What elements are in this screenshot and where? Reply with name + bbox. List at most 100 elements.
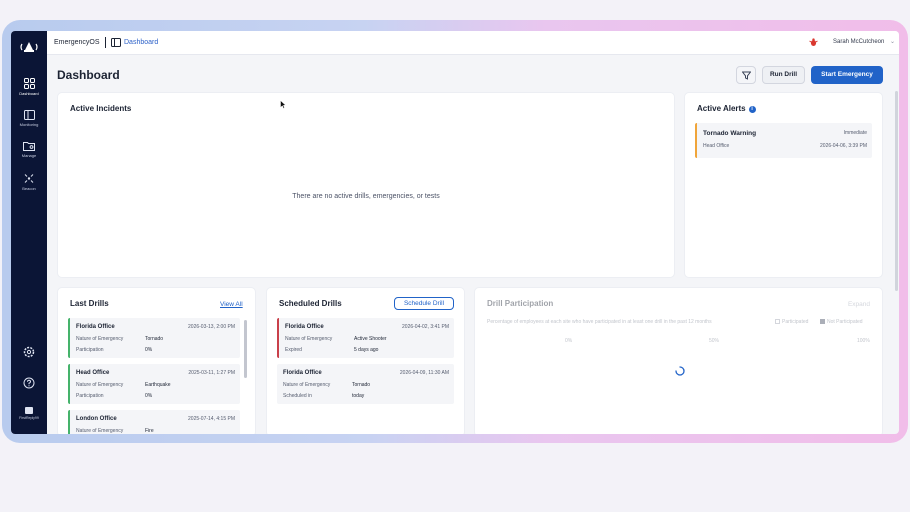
page-title: Dashboard xyxy=(57,68,120,82)
alert-priority: Immediate xyxy=(843,130,867,136)
loading-spinner-icon xyxy=(675,366,685,376)
start-emergency-button[interactable]: Start Emergency xyxy=(811,66,883,84)
field-label: Nature of Emergency xyxy=(76,382,124,388)
drill-nature: Fire xyxy=(145,428,154,434)
legend-not-participated: Not Participated xyxy=(820,319,863,325)
drill-time: 2026-04-09, 11:30 AM xyxy=(399,370,449,376)
legend-label: Participated xyxy=(782,319,809,325)
info-icon[interactable]: i xyxy=(748,106,756,113)
brand-logo: FirstReply99 xyxy=(11,407,47,420)
sidebar-item-label: Beacon xyxy=(22,186,36,191)
drill-participation: 0% xyxy=(145,347,153,353)
field-label: Participation xyxy=(76,347,104,353)
sidebar-item-label: Monitoring xyxy=(19,122,39,127)
card-title: Active Alerts i xyxy=(697,104,756,113)
drill-nature: Tornado xyxy=(145,336,164,342)
sidebar-item-beacon[interactable]: Beacon xyxy=(11,173,47,191)
drill-time: 2026-04-02, 3:41 PM xyxy=(402,324,449,330)
drill-item[interactable]: Head Office 2025-03-11, 1:27 PM Nature o… xyxy=(68,364,240,404)
drill-participation-card: Drill Participation Expand Percentage of… xyxy=(474,287,883,434)
sidebar-item-label: Dashboard xyxy=(19,91,39,96)
empty-state-message: There are no active drills, emergencies,… xyxy=(292,193,440,200)
help-icon xyxy=(23,377,35,389)
drill-nature: Tornado xyxy=(352,382,371,388)
expand-button[interactable]: Expand xyxy=(848,301,870,308)
sidebar-item-manage[interactable]: Manage xyxy=(11,141,47,158)
alert-time: 2026-04-06, 3:39 PM xyxy=(820,143,867,149)
legend-swatch xyxy=(820,319,825,324)
card-title: Scheduled Drills xyxy=(279,299,342,308)
field-label: Nature of Emergency xyxy=(76,428,124,434)
app-window: Dashboard Monitoring Manage Beacon First… xyxy=(11,31,899,434)
alert-name: Tornado Warning xyxy=(703,130,757,137)
filter-icon xyxy=(742,71,751,80)
axis-tick: 50% xyxy=(709,338,720,344)
field-label: Nature of Emergency xyxy=(283,382,331,388)
dashboard-icon xyxy=(23,78,35,89)
scheduled-drill-item[interactable]: Florida Office 2026-04-09, 11:30 AM Natu… xyxy=(277,364,454,404)
drill-nature: Earthquake xyxy=(145,382,171,388)
last-drills-card: Last Drills View All Florida Office 2026… xyxy=(57,287,256,434)
active-alerts-card: Active Alerts i Tornado Warning Immediate… xyxy=(684,92,883,278)
chevron-down-icon[interactable]: ⌄ xyxy=(890,38,895,45)
drill-status: 5 days ago xyxy=(354,347,379,353)
drill-participation: 0% xyxy=(145,393,153,399)
drill-time: 2025-07-14, 4:15 PM xyxy=(188,416,235,422)
scheduled-drills-card: Scheduled Drills Schedule Drill Florida … xyxy=(266,287,465,434)
bug-report-icon[interactable] xyxy=(809,38,818,47)
legend-label: Not Participated xyxy=(827,319,863,325)
card-title: Active Incidents xyxy=(70,104,132,113)
sidebar: Dashboard Monitoring Manage Beacon First… xyxy=(11,31,47,434)
field-label: Nature of Emergency xyxy=(285,336,333,342)
help-button[interactable] xyxy=(11,377,47,389)
drill-time: 2026-03-13, 2:00 PM xyxy=(188,324,235,330)
field-label: Scheduled in xyxy=(283,393,312,399)
card-title-text: Active Alerts xyxy=(697,104,746,113)
axis-tick: 100% xyxy=(857,338,870,344)
sidebar-toggle-icon[interactable] xyxy=(111,38,121,47)
sidebar-item-label: Manage xyxy=(21,153,37,158)
schedule-drill-button[interactable]: Schedule Drill xyxy=(394,297,454,310)
page-scrollbar[interactable] xyxy=(895,91,898,291)
gear-icon xyxy=(23,346,35,358)
monitor-icon xyxy=(23,110,35,120)
drill-site: Florida Office xyxy=(283,370,322,376)
drill-site: Florida Office xyxy=(285,324,324,330)
active-incidents-card: Active Incidents There are no active dri… xyxy=(57,92,675,278)
top-bar: EmergencyOS Dashboard Sarah McCutcheon ⌄ xyxy=(47,31,899,55)
alert-item[interactable]: Tornado Warning Immediate Head Office 20… xyxy=(695,123,872,158)
device-frame: Dashboard Monitoring Manage Beacon First… xyxy=(2,20,908,443)
app-name: EmergencyOS xyxy=(54,39,100,46)
alert-site: Head Office xyxy=(703,143,730,149)
filter-button[interactable] xyxy=(736,66,756,84)
drill-site: Head Office xyxy=(76,370,110,376)
drill-item[interactable]: London Office 2025-07-14, 4:15 PM Nature… xyxy=(68,410,240,434)
drill-site: London Office xyxy=(76,416,117,422)
scrollbar[interactable] xyxy=(244,320,247,378)
sidebar-item-dashboard[interactable]: Dashboard xyxy=(11,78,47,96)
breadcrumb[interactable]: Dashboard xyxy=(124,39,158,46)
sidebar-item-monitoring[interactable]: Monitoring xyxy=(11,110,47,127)
brand-logo-text: FirstReply99 xyxy=(19,416,39,420)
legend-swatch xyxy=(775,319,780,324)
axis-tick: 0% xyxy=(565,338,573,344)
drill-site: Florida Office xyxy=(76,324,115,330)
chart-subtitle: Percentage of employees at each site who… xyxy=(487,319,712,325)
user-menu[interactable]: Sarah McCutcheon xyxy=(833,39,884,45)
scheduled-drill-item[interactable]: Florida Office 2026-04-02, 3:41 PM Natur… xyxy=(277,318,454,358)
drill-time: 2025-03-11, 1:27 PM xyxy=(188,370,235,376)
settings-button[interactable] xyxy=(11,346,47,358)
folder-icon xyxy=(23,142,35,151)
divider xyxy=(105,37,106,48)
drill-item[interactable]: Florida Office 2026-03-13, 2:00 PM Natur… xyxy=(68,318,240,358)
card-title: Drill Participation xyxy=(487,299,554,308)
field-label: Participation xyxy=(76,393,104,399)
drill-nature: Active Shooter xyxy=(354,336,387,342)
app-logo-icon xyxy=(20,42,38,52)
brand-logo-icon xyxy=(25,407,33,414)
mouse-cursor-icon xyxy=(280,100,286,109)
run-drill-button[interactable]: Run Drill xyxy=(762,66,805,84)
legend-participated: Participated xyxy=(775,319,808,325)
field-label: Expired xyxy=(285,347,302,353)
view-all-link[interactable]: View All xyxy=(220,301,243,308)
